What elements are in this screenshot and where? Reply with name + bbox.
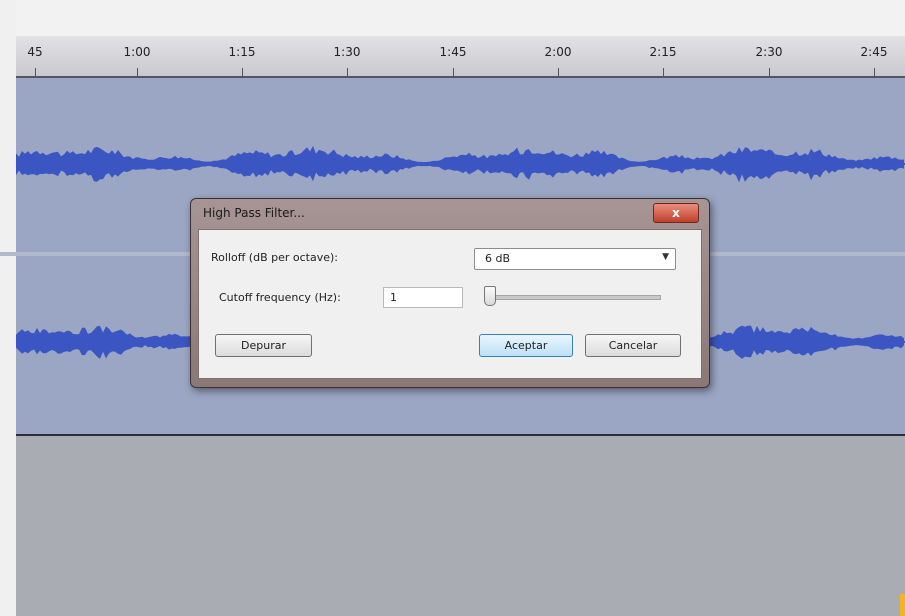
ruler-major-tick xyxy=(769,68,770,76)
ruler-major-tick xyxy=(558,68,559,76)
ruler-major-tick xyxy=(453,68,454,76)
timeline-ruler[interactable]: 45 1:00 1:15 1:30 1:45 2:00 2:15 2:30 2:… xyxy=(16,36,905,78)
dialog-title: High Pass Filter... xyxy=(203,206,305,220)
close-button[interactable]: x xyxy=(653,203,699,223)
dialog-body: Rolloff (dB per octave): 6 dB ▼ Cutoff f… xyxy=(198,229,702,379)
ruler-major-tick xyxy=(242,68,243,76)
ruler-tick-label: 2:00 xyxy=(544,45,572,59)
ruler-tick-label: 2:45 xyxy=(860,45,888,59)
corner-accent xyxy=(900,594,905,616)
chevron-down-icon: ▼ xyxy=(662,252,669,262)
close-icon: x xyxy=(672,206,680,220)
ruler-tick-label: 1:00 xyxy=(123,45,151,59)
ruler-major-tick xyxy=(347,68,348,76)
ruler-tick-label: 2:15 xyxy=(649,45,677,59)
window-left-edge xyxy=(0,0,16,616)
cutoff-frequency-input[interactable]: 1 xyxy=(383,287,463,308)
rolloff-select[interactable]: 6 dB ▼ xyxy=(474,248,676,270)
cutoff-slider-track[interactable] xyxy=(491,295,661,300)
ok-button[interactable]: Aceptar xyxy=(479,334,573,357)
toolbar-strip xyxy=(0,0,905,36)
ruler-major-tick xyxy=(874,68,875,76)
ruler-tick-label: 2:30 xyxy=(755,45,783,59)
debug-button[interactable]: Depurar xyxy=(215,334,312,357)
cutoff-frequency-value: 1 xyxy=(390,291,397,304)
ruler-major-tick xyxy=(137,68,138,76)
cutoff-label: Cutoff frequency (Hz): xyxy=(219,291,341,304)
empty-track-area[interactable] xyxy=(16,436,905,616)
cutoff-slider-thumb[interactable] xyxy=(484,286,496,306)
high-pass-filter-dialog: High Pass Filter... x Rolloff (dB per oc… xyxy=(190,198,710,388)
ruler-tick-label: 1:15 xyxy=(228,45,256,59)
ruler-tick-label: 1:30 xyxy=(333,45,361,59)
ruler-major-tick xyxy=(35,68,36,76)
rolloff-label: Rolloff (dB per octave): xyxy=(211,251,338,264)
rolloff-selected-value: 6 dB xyxy=(485,252,511,265)
ruler-tick-label: 45 xyxy=(27,45,43,59)
cancel-button[interactable]: Cancelar xyxy=(585,334,681,357)
ruler-major-tick xyxy=(663,68,664,76)
ruler-tick-label: 1:45 xyxy=(439,45,467,59)
